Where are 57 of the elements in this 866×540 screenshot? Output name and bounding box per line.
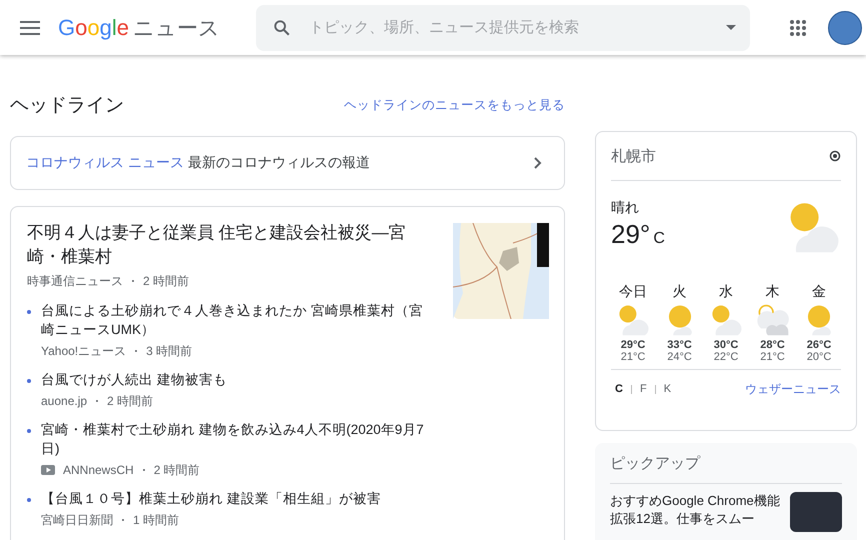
time-ago: 2 時間前 xyxy=(107,393,154,409)
source-name: 時事通信ニュース xyxy=(27,273,123,289)
unit-toggle[interactable]: F xyxy=(636,383,651,395)
cloudy-icon xyxy=(756,303,790,337)
high-temperature: 33°C xyxy=(667,339,692,351)
coronavirus-banner[interactable]: コロナウィルス ニュース 最新のコロナウィルスの報道 xyxy=(10,136,565,190)
article-thumbnail[interactable] xyxy=(790,492,842,532)
google-news-logo[interactable]: Google ニュース xyxy=(58,14,220,42)
weather-condition: 晴れ xyxy=(611,199,640,217)
low-temperature: 21°C xyxy=(620,351,646,363)
low-temperature: 21°C xyxy=(760,351,785,363)
high-temperature: 30°C xyxy=(714,339,738,351)
day-label: 木 xyxy=(766,283,780,301)
low-temperature: 24°C xyxy=(667,351,692,363)
related-story-title[interactable]: 宮崎・椎葉村で土砂崩れ 建物を飲み込み4人不明(2020年9月7日) xyxy=(41,420,427,458)
source-name: Yahoo!ニュース xyxy=(41,343,126,359)
map-thumbnail[interactable] xyxy=(453,223,549,319)
temperature-unit: C xyxy=(653,230,665,247)
low-temperature: 20°C xyxy=(806,351,832,363)
search-icon xyxy=(273,18,292,36)
time-ago: 1 時間前 xyxy=(133,512,180,528)
related-story-title[interactable]: 【台風１０号】椎葉土砂崩れ 建設業「相生組」が被害 xyxy=(41,489,427,508)
source-name: auone.jp xyxy=(41,393,88,409)
high-temperature: 29°C xyxy=(620,339,646,351)
dropdown-caret-icon[interactable] xyxy=(726,25,736,30)
related-story-title[interactable]: 台風による土砂崩れで４人巻き込まれたか 宮崎県椎葉村（宮崎ニュースUMK） xyxy=(41,301,427,339)
day-label: 金 xyxy=(812,283,826,301)
unit-toggle[interactable]: C xyxy=(611,383,627,395)
related-story-title[interactable]: 台風でけが人続出 建物被害も xyxy=(41,370,427,389)
coronavirus-news-link[interactable]: コロナウィルス ニュース xyxy=(26,154,184,170)
day-label: 水 xyxy=(719,283,733,301)
avatar[interactable] xyxy=(828,10,862,44)
chevron-right-icon xyxy=(534,157,542,169)
city-name: 札幌市 xyxy=(611,146,656,166)
article-title[interactable]: おすすめGoogle Chrome機能拡張12選。仕事をスムー xyxy=(610,492,782,532)
high-temperature: 26°C xyxy=(806,339,832,351)
source-name: 宮崎日日新聞 xyxy=(41,512,113,528)
time-ago: 3 時間前 xyxy=(146,343,192,359)
search-field[interactable]: トピック、場所、ニュース提供元を検索 xyxy=(307,18,710,37)
day-label: 今日 xyxy=(619,283,647,301)
section-title: ヘッドライン xyxy=(10,94,124,118)
pickup-title: ピックアップ xyxy=(610,443,842,484)
location-icon[interactable] xyxy=(829,150,841,162)
source-name: ANNnewsCH xyxy=(63,462,134,478)
more-headlines-link[interactable]: ヘッドラインのニュースをもっと見る xyxy=(344,96,565,114)
time-ago: 2 時間前 xyxy=(143,273,190,289)
current-temperature: 29° xyxy=(611,219,650,249)
search-bar[interactable]: トピック、場所、ニュース提供元を検索 xyxy=(256,4,750,50)
weather-news-link[interactable]: ウェザーニュース xyxy=(745,380,841,398)
banner-text: コロナウィルス ニュース 最新のコロナウィルスの報道 xyxy=(26,154,370,172)
time-ago: 2 時間前 xyxy=(154,462,200,478)
day-label: 火 xyxy=(672,283,686,301)
story-title[interactable]: 不明４人は妻子と従業員 住宅と建設会社被災—宮崎・椎葉村 xyxy=(27,221,427,269)
unit-toggle[interactable]: K xyxy=(660,383,676,395)
apps-grid-icon[interactable] xyxy=(790,20,806,36)
high-temperature: 28°C xyxy=(760,339,785,351)
low-temperature: 22°C xyxy=(714,351,738,363)
